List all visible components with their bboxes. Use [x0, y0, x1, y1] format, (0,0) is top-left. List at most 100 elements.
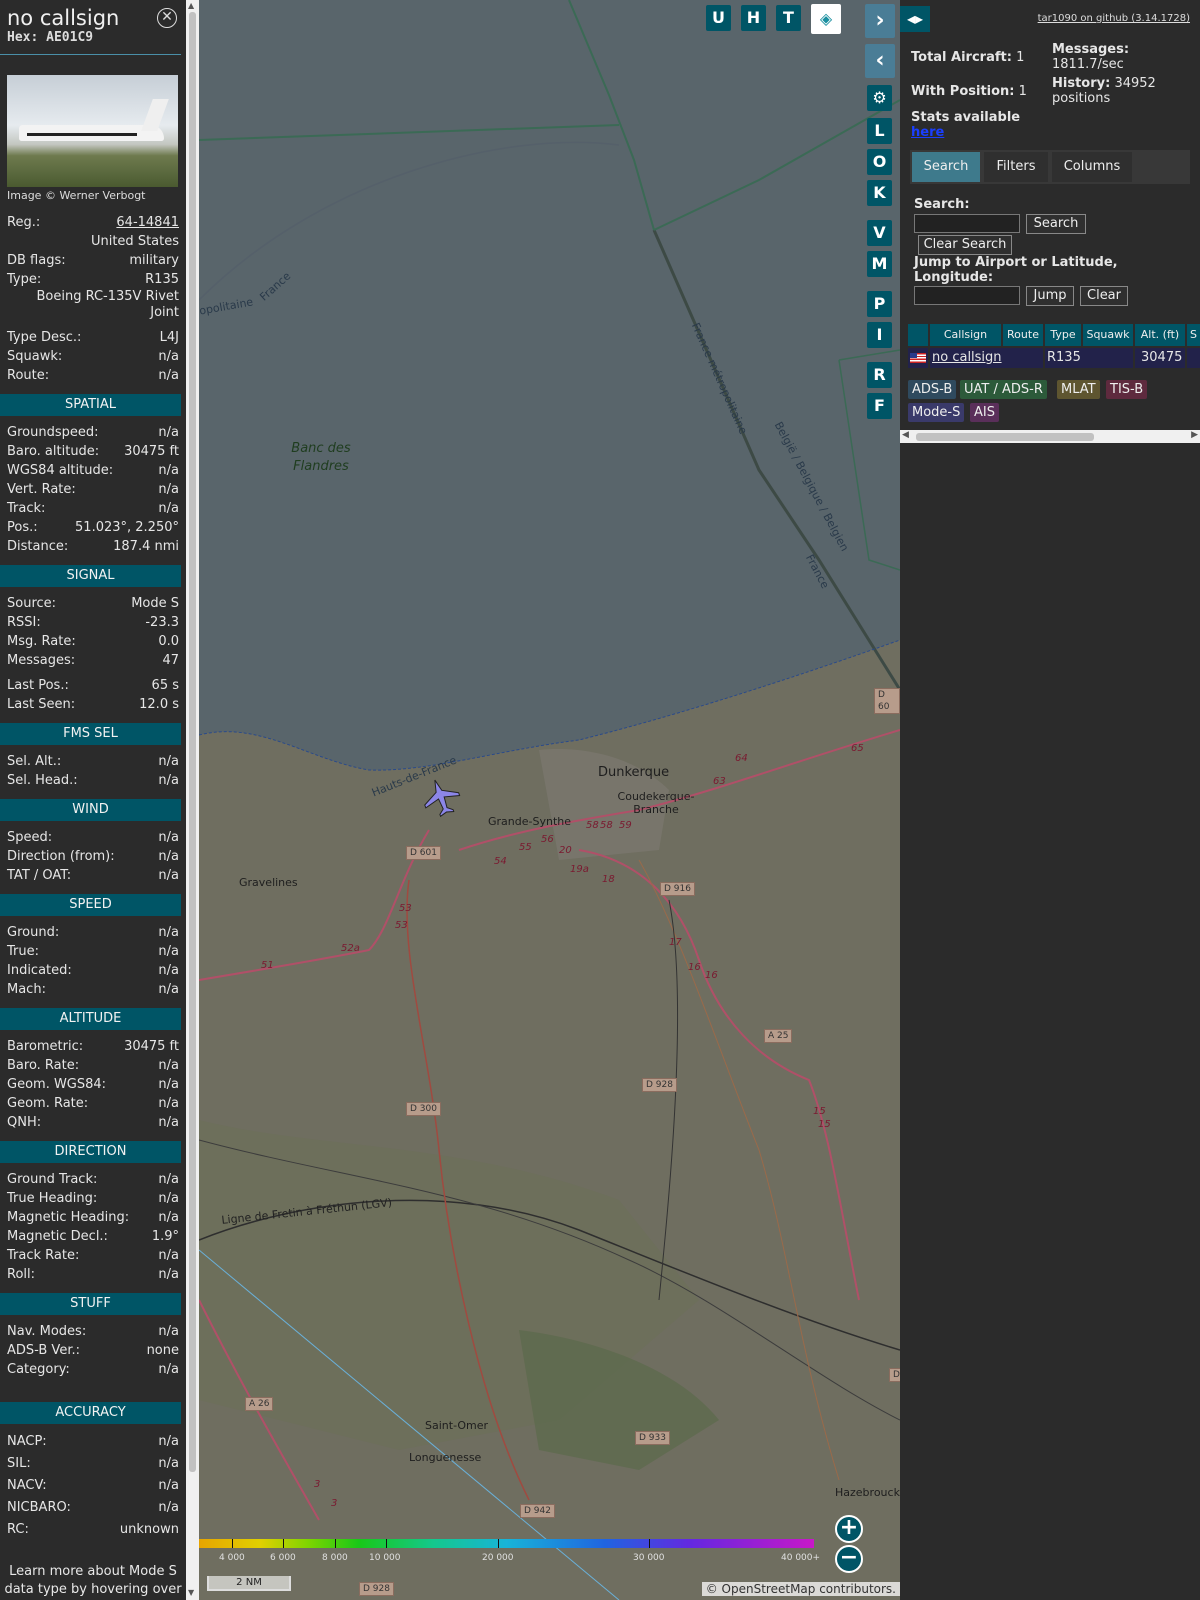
wind-label[interactable]: TAT / OAT:: [7, 866, 71, 885]
fms-label[interactable]: Sel. Alt.:: [7, 752, 61, 771]
info-scrollbar[interactable]: ▲ ▼: [186, 0, 199, 1600]
spatial-label[interactable]: WGS84 altitude:: [7, 461, 113, 480]
altitude-label[interactable]: Baro. Rate:: [7, 1056, 79, 1075]
toggle-t-button[interactable]: T: [776, 5, 801, 31]
spatial-label[interactable]: Vert. Rate:: [7, 480, 76, 499]
direction-label[interactable]: Roll:: [7, 1265, 35, 1284]
table-row-squawk[interactable]: [1083, 348, 1133, 368]
toggle-i-button[interactable]: I: [867, 322, 892, 348]
direction-label[interactable]: Track Rate:: [7, 1246, 79, 1265]
toggle-f-button[interactable]: F: [867, 393, 892, 419]
spatial-label[interactable]: Pos.:: [7, 518, 38, 537]
altitude-label[interactable]: Geom. WGS84:: [7, 1075, 106, 1094]
scroll-thumb[interactable]: [189, 12, 196, 1472]
stuff-label[interactable]: ADS-B Ver.:: [7, 1341, 80, 1360]
stats-link[interactable]: here: [911, 125, 944, 140]
table-row-s[interactable]: [1187, 348, 1200, 368]
tab-columns[interactable]: Columns: [1052, 152, 1132, 182]
zoom-in-button[interactable]: +: [835, 1515, 863, 1543]
accuracy-label[interactable]: RC:: [7, 1519, 29, 1541]
signal-label[interactable]: Source:: [7, 594, 56, 613]
signal-label[interactable]: RSSI:: [7, 613, 41, 632]
scroll-left-icon[interactable]: ◀: [902, 430, 909, 440]
altitude-label[interactable]: Barometric:: [7, 1037, 83, 1056]
table-row-flag[interactable]: [908, 348, 928, 368]
table-row-route[interactable]: [1003, 348, 1043, 368]
legend-mlat[interactable]: MLAT: [1057, 380, 1100, 399]
speed-label[interactable]: Mach:: [7, 980, 46, 999]
signal2-label[interactable]: Last Seen:: [7, 695, 75, 714]
scroll-up-icon[interactable]: ▲: [188, 1, 194, 10]
speed-label[interactable]: Ground:: [7, 923, 59, 942]
toggle-v-button[interactable]: V: [867, 220, 892, 246]
jump-input[interactable]: [914, 286, 1020, 305]
prev-aircraft-icon[interactable]: ‹: [865, 44, 895, 78]
stuff-label[interactable]: Nav. Modes:: [7, 1322, 86, 1341]
map-view[interactable]: Dunkerque Coudekerque-Branche Grande-Syn…: [199, 0, 900, 1600]
jump-button[interactable]: Jump: [1026, 286, 1074, 306]
speed-label[interactable]: True:: [7, 942, 39, 961]
accuracy-label[interactable]: SIL:: [7, 1453, 31, 1475]
scroll-right-icon[interactable]: ▶: [1191, 430, 1198, 440]
map-canvas[interactable]: [199, 0, 900, 1600]
reg-value[interactable]: 64-14841: [116, 215, 179, 230]
github-link[interactable]: tar1090 on github (3.14.1728): [1038, 13, 1190, 24]
legend-uat[interactable]: UAT / ADS-R: [960, 380, 1047, 399]
accuracy-label[interactable]: NICBARO:: [7, 1497, 71, 1519]
toggle-o-button[interactable]: O: [867, 149, 892, 175]
wind-label[interactable]: Direction (from):: [7, 847, 115, 866]
tab-search[interactable]: Search: [912, 152, 980, 182]
reg-link[interactable]: 64-14841: [116, 213, 179, 232]
toggle-h-button[interactable]: H: [741, 5, 766, 31]
direction-label[interactable]: Ground Track:: [7, 1170, 97, 1189]
legend-adsb[interactable]: ADS-B: [908, 380, 957, 399]
table-row-type[interactable]: R135: [1045, 348, 1083, 368]
col-route-header[interactable]: Route: [1003, 324, 1043, 346]
table-hscrollbar[interactable]: ◀ ▶: [900, 430, 1200, 443]
spatial-label[interactable]: Track:: [7, 499, 45, 518]
hscroll-thumb[interactable]: [916, 433, 1094, 441]
map-attribution[interactable]: © OpenStreetMap contributors.: [701, 1582, 900, 1596]
expand-sidebar-icon[interactable]: ◂▸: [900, 6, 930, 32]
toggle-k-button[interactable]: K: [867, 180, 892, 206]
tab-filters[interactable]: Filters: [984, 152, 1048, 182]
accuracy-label[interactable]: NACP:: [7, 1431, 47, 1453]
toggle-l-button[interactable]: L: [867, 118, 892, 144]
spatial-label[interactable]: Groundspeed:: [7, 423, 98, 442]
toggle-u-button[interactable]: U: [706, 5, 731, 31]
wind-label[interactable]: Speed:: [7, 828, 52, 847]
legend-modes[interactable]: Mode-S: [908, 403, 965, 422]
spatial-label[interactable]: Baro. altitude:: [7, 442, 99, 461]
search-button[interactable]: Search: [1026, 214, 1086, 234]
toggle-r-button[interactable]: R: [867, 362, 892, 388]
zoom-out-button[interactable]: −: [835, 1545, 863, 1573]
aircraft-photo[interactable]: [7, 75, 178, 187]
signal-label[interactable]: Messages:: [7, 651, 75, 670]
col-squawk-header[interactable]: Squawk: [1083, 324, 1133, 346]
col-callsign-header[interactable]: Callsign: [930, 324, 1001, 346]
settings-gear-icon[interactable]: ⚙: [867, 85, 892, 111]
col-type-header[interactable]: Type: [1045, 324, 1081, 346]
signal2-label[interactable]: Last Pos.:: [7, 676, 69, 695]
col-alt-header[interactable]: Alt. (ft): [1135, 324, 1185, 346]
scroll-down-icon[interactable]: ▼: [188, 1588, 194, 1597]
signal-label[interactable]: Msg. Rate:: [7, 632, 76, 651]
layers-icon[interactable]: ◈: [811, 4, 841, 34]
direction-label[interactable]: Magnetic Heading:: [7, 1208, 129, 1227]
clear-search-button[interactable]: Clear Search: [918, 235, 1012, 255]
fms-label[interactable]: Sel. Head.:: [7, 771, 78, 790]
clear-jump-button[interactable]: Clear: [1080, 286, 1128, 306]
table-row-callsign[interactable]: no callsign: [930, 348, 1003, 368]
direction-label[interactable]: True Heading:: [7, 1189, 97, 1208]
legend-ais[interactable]: AIS: [970, 403, 999, 422]
search-input[interactable]: [914, 214, 1020, 233]
close-icon[interactable]: ✕: [157, 8, 177, 28]
toggle-p-button[interactable]: P: [867, 291, 892, 317]
altitude-label[interactable]: QNH:: [7, 1113, 41, 1132]
col-flag-header[interactable]: [908, 324, 928, 346]
callsign-link[interactable]: no callsign: [932, 350, 1002, 365]
next-aircraft-icon[interactable]: ›: [865, 4, 895, 38]
speed-label[interactable]: Indicated:: [7, 961, 72, 980]
col-s-header[interactable]: S: [1187, 324, 1200, 346]
table-row-alt[interactable]: 30475: [1135, 348, 1185, 368]
